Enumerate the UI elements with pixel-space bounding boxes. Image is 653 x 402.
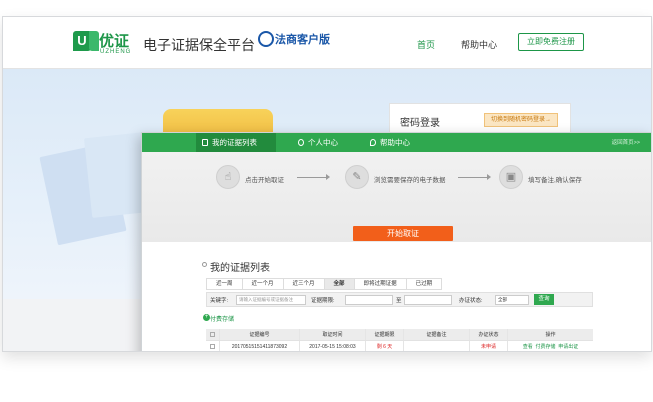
arrow-right-icon — [297, 174, 330, 180]
tab-evidence-list[interactable]: 我的证据列表 — [196, 133, 276, 152]
partner-logo-icon — [258, 31, 274, 47]
nav-home-link[interactable]: 首页 — [417, 38, 435, 51]
tab-label: 我的证据列表 — [212, 138, 257, 147]
filter-tab[interactable]: 近三个月 — [282, 279, 324, 289]
filter-tab[interactable]: 即将过期证据 — [353, 279, 406, 289]
list-icon — [202, 139, 208, 146]
status-label: 办证状态: — [459, 298, 483, 304]
filter-tab[interactable]: 已过期 — [405, 279, 442, 289]
apply-certificate-action[interactable]: 申请出证 — [558, 344, 578, 350]
select-all-checkbox[interactable] — [206, 329, 220, 340]
start-date-input[interactable] — [345, 295, 393, 305]
switch-login-button[interactable]: 切换到随机密码登录→ — [484, 113, 558, 127]
view-link[interactable]: 查看 — [523, 344, 533, 350]
site-title: 电子证据保全平台 — [143, 37, 255, 53]
column-header: 证据编号 — [220, 329, 300, 340]
row-actions: 查看 付费存储 申请出证 — [508, 341, 593, 351]
pay-storage-link[interactable]: 付费存储 — [210, 314, 234, 323]
tab-label: 帮助中心 — [380, 138, 410, 147]
period-label: 证据期限: — [311, 298, 335, 304]
evidence-time: 2017-05-15 15:08:03 — [300, 341, 366, 351]
status-select[interactable]: 全部 — [495, 295, 529, 305]
to-label: 至 — [396, 298, 402, 304]
logo-icon-accent — [89, 31, 99, 51]
search-button[interactable]: 查询 — [534, 294, 554, 305]
evidence-id: 20170515151411873092 — [220, 341, 300, 351]
search-bar: 关键字: 请输入证据编号或证据备注 证据期限: 至 办证状态: 全部 查询 — [206, 292, 593, 307]
start-evidence-button[interactable]: 开始取证 — [353, 226, 453, 241]
date-filter-tabs: 近一周 近一个月 近三个月 全部 即将过期证据 已过期 — [206, 278, 443, 290]
evidence-period: 剩 6 天 — [366, 341, 404, 351]
compass-icon: ✎ — [345, 165, 369, 189]
column-header: 操作 — [545, 332, 556, 338]
logo-subname: UZHENG — [100, 49, 132, 55]
evidence-note — [404, 341, 470, 351]
evidence-status: 未申请 — [470, 341, 508, 351]
nav-help-link[interactable]: 帮助中心 — [461, 38, 497, 51]
column-header: 取证时间 — [300, 329, 366, 340]
pay-storage-action[interactable]: 付费存储 — [535, 344, 555, 350]
end-date-input[interactable] — [404, 295, 452, 305]
filter-tab-selected[interactable]: 全部 — [323, 279, 354, 289]
filter-tab[interactable]: 近一周 — [206, 279, 242, 289]
process-steps: ☝ 点击开始取证 ✎ 浏览需要保存的电子数据 ▣ 填写备注,确认保存 开始取证 — [142, 152, 651, 242]
user-icon — [298, 139, 304, 146]
tab-help-center[interactable]: 帮助中心 — [364, 133, 434, 152]
step-label: 点击开始取证 — [245, 177, 284, 184]
column-header: 办证状态 — [470, 329, 508, 340]
partner-label: 法商客户版 — [275, 34, 330, 46]
hand-pointer-icon: ☝ — [216, 165, 240, 189]
logo-name: 优证 — [99, 33, 130, 50]
tab-personal-center[interactable]: 个人中心 — [292, 133, 362, 152]
circle-bullet-icon — [202, 262, 207, 267]
main-tab-bar: 我的证据列表 个人中心 帮助中心 返回首页>> — [142, 133, 651, 152]
login-title: 密码登录 — [400, 118, 440, 129]
column-header: 证据期限 — [366, 329, 404, 340]
tab-label: 个人中心 — [308, 138, 338, 147]
browser-frame: U 优证 UZHENG 电子证据保全平台 法商客户版 首页 帮助中心 立即免费注… — [2, 16, 652, 352]
step-label: 填写备注,确认保存 — [528, 177, 582, 184]
site-header: U 优证 UZHENG 电子证据保全平台 法商客户版 首页 帮助中心 立即免费注… — [3, 17, 651, 69]
evidence-app-window: 我的证据列表 个人中心 帮助中心 返回首页>> ☝ 点击开始取证 ✎ 浏览需要保… — [141, 132, 651, 351]
keyword-input[interactable]: 请输入证据编号或证据备注 — [236, 295, 306, 305]
filter-tab[interactable]: 近一个月 — [241, 279, 283, 289]
save-icon: ▣ — [499, 165, 523, 189]
evidence-table: 证据编号 取证时间 证据期限 证据备注 办证状态 操作 201705151514… — [206, 329, 593, 351]
list-title: 我的证据列表 — [210, 263, 270, 274]
row-checkbox[interactable] — [206, 341, 220, 351]
back-home-link[interactable]: 返回首页>> — [612, 138, 640, 146]
table-header: 证据编号 取证时间 证据期限 证据备注 办证状态 操作 — [206, 329, 593, 341]
column-header: 证据备注 — [404, 329, 470, 340]
keyword-label: 关键字: — [210, 298, 229, 304]
step-label: 浏览需要保存的电子数据 — [374, 177, 446, 184]
arrow-right-icon — [458, 174, 491, 180]
register-button[interactable]: 立即免费注册 — [518, 33, 584, 51]
plus-icon: + — [203, 314, 210, 321]
table-row: 20170515151411873092 2017-05-15 15:08:03… — [206, 341, 593, 351]
location-pin-icon — [370, 139, 376, 146]
